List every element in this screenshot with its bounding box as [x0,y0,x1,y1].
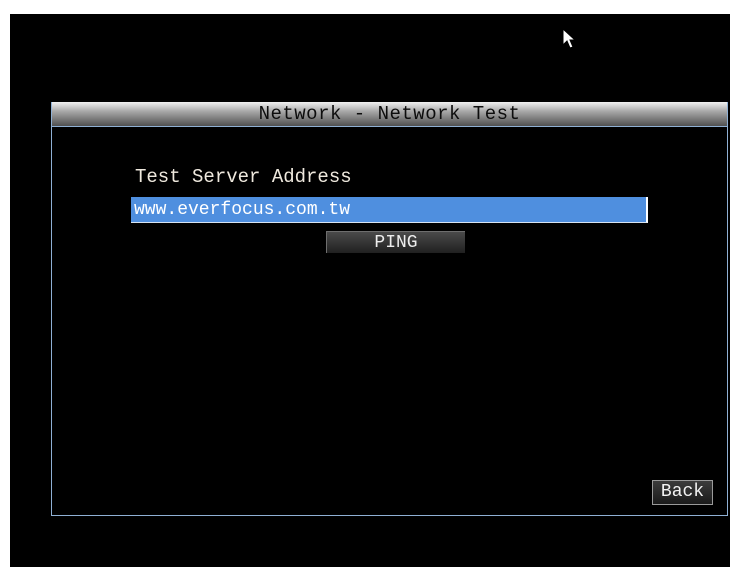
dialog-title: Network - Network Test [52,102,727,127]
test-server-address-input[interactable] [131,197,648,223]
network-test-dialog: Network - Network Test Test Server Addre… [51,102,728,516]
ping-button[interactable]: PING [326,231,465,253]
dvr-screen: Network - Network Test Test Server Addre… [10,14,730,567]
back-button[interactable]: Back [652,480,713,505]
mouse-pointer-icon [562,28,576,49]
test-server-address-label: Test Server Address [135,166,352,188]
